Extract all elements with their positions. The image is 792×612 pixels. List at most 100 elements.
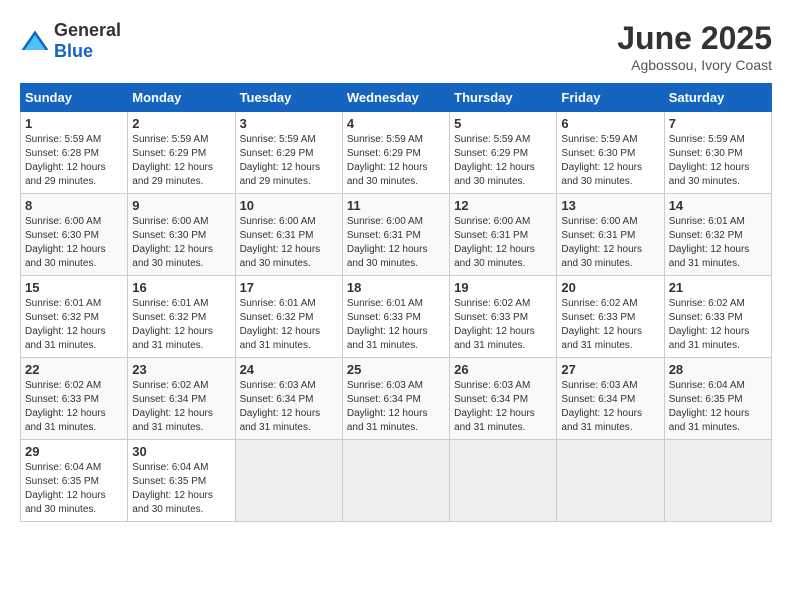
day-number: 14 (669, 198, 767, 213)
logo-general: General (54, 20, 121, 40)
day-number: 18 (347, 280, 445, 295)
day-info: Sunrise: 6:01 AM Sunset: 6:32 PM Dayligh… (25, 297, 123, 353)
header-sunday: Sunday (21, 84, 128, 112)
table-row: 10 Sunrise: 6:00 AM Sunset: 6:31 PM Dayli… (235, 194, 342, 276)
day-info: Sunrise: 5:59 AM Sunset: 6:30 PM Dayligh… (561, 133, 659, 189)
day-info: Sunrise: 5:59 AM Sunset: 6:29 PM Dayligh… (347, 133, 445, 189)
table-row: 8 Sunrise: 6:00 AM Sunset: 6:30 PM Daylig… (21, 194, 128, 276)
logo-icon (20, 29, 50, 53)
day-info: Sunrise: 6:00 AM Sunset: 6:31 PM Dayligh… (347, 215, 445, 271)
day-number: 9 (132, 198, 230, 213)
table-row: 17Sunrise: 6:01 AM Sunset: 6:32 PM Dayli… (235, 276, 342, 358)
table-row: 20 Sunrise: 6:02 AM Sunset: 6:33 PM Dayli… (557, 276, 664, 358)
day-info: Sunrise: 6:00 AM Sunset: 6:31 PM Dayligh… (561, 215, 659, 271)
table-row: 6 Sunrise: 5:59 AM Sunset: 6:30 PM Daylig… (557, 112, 664, 194)
day-number: 7 (669, 116, 767, 131)
page-header: General Blue June 2025 Agbossou, Ivory C… (20, 20, 772, 73)
day-number: 2 (132, 116, 230, 131)
week-row-1: 1 Sunrise: 5:59 AM Sunset: 6:28 PM Daylig… (21, 112, 772, 194)
day-number: 20 (561, 280, 659, 295)
day-info: Sunrise: 6:02 AM Sunset: 6:34 PM Dayligh… (132, 379, 230, 435)
logo-text: General Blue (54, 20, 121, 62)
day-info: Sunrise: 6:00 AM Sunset: 6:30 PM Dayligh… (25, 215, 123, 271)
day-info: Sunrise: 6:03 AM Sunset: 6:34 PM Dayligh… (240, 379, 338, 435)
table-row: 24Sunrise: 6:03 AM Sunset: 6:34 PM Dayli… (235, 358, 342, 440)
day-number: 4 (347, 116, 445, 131)
table-row: 12 Sunrise: 6:00 AM Sunset: 6:31 PM Dayli… (450, 194, 557, 276)
header-friday: Friday (557, 84, 664, 112)
week-row-3: 15 Sunrise: 6:01 AM Sunset: 6:32 PM Dayli… (21, 276, 772, 358)
table-row: 26 Sunrise: 6:03 AM Sunset: 6:34 PM Dayli… (450, 358, 557, 440)
day-info: Sunrise: 6:02 AM Sunset: 6:33 PM Dayligh… (25, 379, 123, 435)
week-row-2: 8 Sunrise: 6:00 AM Sunset: 6:30 PM Daylig… (21, 194, 772, 276)
day-number: 25 (347, 362, 445, 377)
table-row: 16 Sunrise: 6:01 AM Sunset: 6:32 PM Dayli… (128, 276, 235, 358)
week-row-5: 29 Sunrise: 6:04 AM Sunset: 6:35 PM Dayli… (21, 440, 772, 522)
day-info: Sunrise: 6:01 AM Sunset: 6:32 PM Dayligh… (132, 297, 230, 353)
day-info: Sunrise: 6:01 AM Sunset: 6:32 PM Dayligh… (669, 215, 767, 271)
day-number: 13 (561, 198, 659, 213)
day-number: 26 (454, 362, 552, 377)
day-info: Sunrise: 6:03 AM Sunset: 6:34 PM Dayligh… (347, 379, 445, 435)
day-number: 6 (561, 116, 659, 131)
title-area: June 2025 Agbossou, Ivory Coast (617, 20, 772, 73)
calendar-title: June 2025 (617, 20, 772, 57)
day-info: Sunrise: 6:01 AM Sunset: 6:32 PM Dayligh… (240, 297, 338, 353)
table-row: 28 Sunrise: 6:04 AM Sunset: 6:35 PM Dayli… (664, 358, 771, 440)
day-info: Sunrise: 6:04 AM Sunset: 6:35 PM Dayligh… (25, 461, 123, 517)
day-number: 10 (240, 198, 338, 213)
day-info: Sunrise: 5:59 AM Sunset: 6:29 PM Dayligh… (454, 133, 552, 189)
table-row: 1 Sunrise: 5:59 AM Sunset: 6:28 PM Daylig… (21, 112, 128, 194)
day-number: 3 (240, 116, 338, 131)
table-row (664, 440, 771, 522)
day-info: Sunrise: 6:04 AM Sunset: 6:35 PM Dayligh… (669, 379, 767, 435)
day-number: 28 (669, 362, 767, 377)
table-row: 7 Sunrise: 5:59 AM Sunset: 6:30 PM Daylig… (664, 112, 771, 194)
day-number: 22 (25, 362, 123, 377)
logo: General Blue (20, 20, 121, 62)
day-number: 27 (561, 362, 659, 377)
day-info: Sunrise: 5:59 AM Sunset: 6:29 PM Dayligh… (240, 133, 338, 189)
table-row: 19Sunrise: 6:02 AM Sunset: 6:33 PM Dayli… (450, 276, 557, 358)
day-info: Sunrise: 5:59 AM Sunset: 6:28 PM Dayligh… (25, 133, 123, 189)
day-number: 15 (25, 280, 123, 295)
day-number: 5 (454, 116, 552, 131)
day-info: Sunrise: 6:00 AM Sunset: 6:31 PM Dayligh… (240, 215, 338, 271)
table-row: 2 Sunrise: 5:59 AM Sunset: 6:29 PM Daylig… (128, 112, 235, 194)
week-row-4: 22 Sunrise: 6:02 AM Sunset: 6:33 PM Dayli… (21, 358, 772, 440)
logo-blue: Blue (54, 41, 93, 61)
header-wednesday: Wednesday (342, 84, 449, 112)
calendar-table: Sunday Monday Tuesday Wednesday Thursday… (20, 83, 772, 522)
day-number: 23 (132, 362, 230, 377)
header-monday: Monday (128, 84, 235, 112)
day-info: Sunrise: 5:59 AM Sunset: 6:30 PM Dayligh… (669, 133, 767, 189)
day-info: Sunrise: 6:03 AM Sunset: 6:34 PM Dayligh… (561, 379, 659, 435)
table-row (557, 440, 664, 522)
day-info: Sunrise: 6:02 AM Sunset: 6:33 PM Dayligh… (561, 297, 659, 353)
table-row (450, 440, 557, 522)
table-row: 22 Sunrise: 6:02 AM Sunset: 6:33 PM Dayli… (21, 358, 128, 440)
table-row: 11Sunrise: 6:00 AM Sunset: 6:31 PM Dayli… (342, 194, 449, 276)
table-row (342, 440, 449, 522)
day-number: 1 (25, 116, 123, 131)
day-info: Sunrise: 5:59 AM Sunset: 6:29 PM Dayligh… (132, 133, 230, 189)
day-number: 21 (669, 280, 767, 295)
day-number: 8 (25, 198, 123, 213)
table-row (235, 440, 342, 522)
header-saturday: Saturday (664, 84, 771, 112)
day-number: 30 (132, 444, 230, 459)
day-number: 12 (454, 198, 552, 213)
calendar-subtitle: Agbossou, Ivory Coast (617, 57, 772, 73)
table-row: 29 Sunrise: 6:04 AM Sunset: 6:35 PM Dayli… (21, 440, 128, 522)
table-row: 9 Sunrise: 6:00 AM Sunset: 6:30 PM Daylig… (128, 194, 235, 276)
day-info: Sunrise: 6:04 AM Sunset: 6:35 PM Dayligh… (132, 461, 230, 517)
weekday-header-row: Sunday Monday Tuesday Wednesday Thursday… (21, 84, 772, 112)
day-info: Sunrise: 6:03 AM Sunset: 6:34 PM Dayligh… (454, 379, 552, 435)
day-number: 19 (454, 280, 552, 295)
table-row: 15 Sunrise: 6:01 AM Sunset: 6:32 PM Dayli… (21, 276, 128, 358)
day-number: 16 (132, 280, 230, 295)
day-info: Sunrise: 6:00 AM Sunset: 6:30 PM Dayligh… (132, 215, 230, 271)
table-row: 21Sunrise: 6:02 AM Sunset: 6:33 PM Dayli… (664, 276, 771, 358)
day-info: Sunrise: 6:00 AM Sunset: 6:31 PM Dayligh… (454, 215, 552, 271)
day-number: 29 (25, 444, 123, 459)
